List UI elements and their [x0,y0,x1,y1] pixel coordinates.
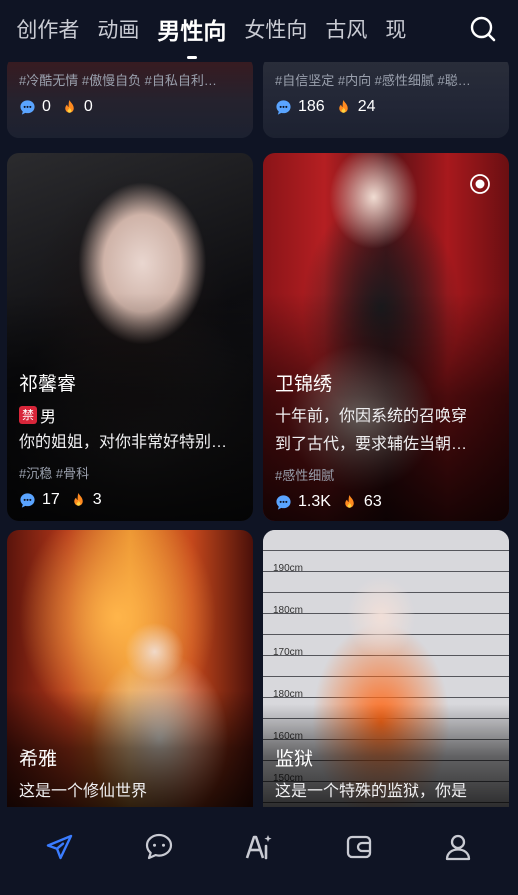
character-name: 卫锦绣 [275,374,333,395]
ruler-mark: 170cm [273,647,304,658]
card-tags: #沉稳 #骨科 [19,466,90,481]
bottom-navigation [0,807,518,895]
character-card[interactable]: #冷酷无情 #傲慢自负 #自私自利… 0 0 [7,62,253,138]
chat-count: 1.3K [298,493,331,510]
heat-count: 0 [83,98,93,115]
card-stats: 17 3 [19,491,243,509]
tab-animation[interactable]: 动画 [97,6,139,56]
tab-male-oriented[interactable]: 男性向 [157,6,226,56]
fire-icon [65,99,74,113]
card-tags: #感性细腻 [275,468,335,483]
search-icon[interactable] [468,14,498,44]
fire-icon [345,494,354,508]
nav-create[interactable] [239,827,279,867]
character-name: 祁馨睿 [19,374,77,395]
character-description: 这是一个特殊的监狱，你是 [275,783,468,800]
restricted-badge: 禁 [19,406,37,424]
character-description: 这是一个修仙世界 [19,783,148,800]
paper-plane-icon [46,834,72,860]
tab-creators[interactable]: 创作者 [16,6,79,56]
chat-count: 0 [42,98,51,115]
chat-count-icon [20,99,35,115]
chat-count: 17 [42,491,60,508]
ai-create-icon [245,835,272,860]
chat-count-icon [276,494,291,510]
top-tab-bar: Ⅱ 创作者 动画 男性向 女性向 古风 现 [0,0,518,62]
heat-count: 24 [357,98,376,115]
character-card[interactable]: 卫锦绣 十年前，你因系统的召唤穿 到了古代，要求辅佐当朝… #感性细腻 1.3K… [263,153,509,521]
card-stats: 186 24 [275,98,499,116]
card-tags: #自信坚定 #内向 #感性细腻 #聪… [275,73,471,88]
gender-label: 禁 男 [19,403,243,427]
character-description-line1: 十年前，你因系统的召唤穿 [275,408,468,425]
category-tabs: Ⅱ 创作者 动画 男性向 女性向 古风 现 [0,0,460,62]
nav-profile[interactable] [438,827,478,867]
nav-discover[interactable] [40,827,80,867]
nav-wallet[interactable] [339,827,379,867]
heat-count: 3 [92,491,102,508]
tab-female-oriented[interactable]: 女性向 [244,6,307,56]
nav-messages[interactable] [139,827,179,867]
live-indicator-icon [470,174,490,194]
tab-fade [420,0,460,62]
character-name: 希雅 [19,749,58,770]
card-tags: #冷酷无情 #傲慢自负 #自私自利… [19,73,217,88]
card-stats: 1.3K 63 [275,493,499,511]
heat-count: 63 [363,493,382,510]
character-card[interactable]: #自信坚定 #内向 #感性细腻 #聪… 186 24 [263,62,509,138]
character-card[interactable]: 祁馨睿 禁 男 你的姐姐，对你非常好特别… #沉稳 #骨科 17 3 [7,153,253,521]
card-stats: 0 0 [19,98,243,116]
tab-partial-right[interactable]: 现 [385,6,406,56]
fire-icon [74,492,83,506]
gender-text: 男 [40,409,57,426]
character-card[interactable]: 190cm 180cm 170cm 180cm 160cm 150cm 监狱 这… [263,530,509,807]
character-card[interactable]: 希雅 这是一个修仙世界 [7,530,253,807]
tab-ancient-style[interactable]: 古风 [325,6,367,56]
chat-count: 186 [298,98,325,115]
ruler-mark: 190cm [273,563,304,574]
chat-count-icon [20,492,35,508]
fire-icon [338,99,348,113]
chat-bubble-icon [146,833,173,860]
wallet-icon [346,835,371,859]
chat-count-icon [276,99,291,115]
character-name: 监狱 [275,749,314,770]
profile-icon [446,834,471,861]
character-description-line2: 到了古代，要求辅佐当朝… [275,436,468,453]
character-description: 你的姐姐，对你非常好特别… [19,434,228,451]
ruler-mark: 180cm [273,605,304,616]
character-feed: #冷酷无情 #傲慢自负 #自私自利… 0 0 #自信坚定 #内向 #感性细腻 #… [0,62,518,807]
